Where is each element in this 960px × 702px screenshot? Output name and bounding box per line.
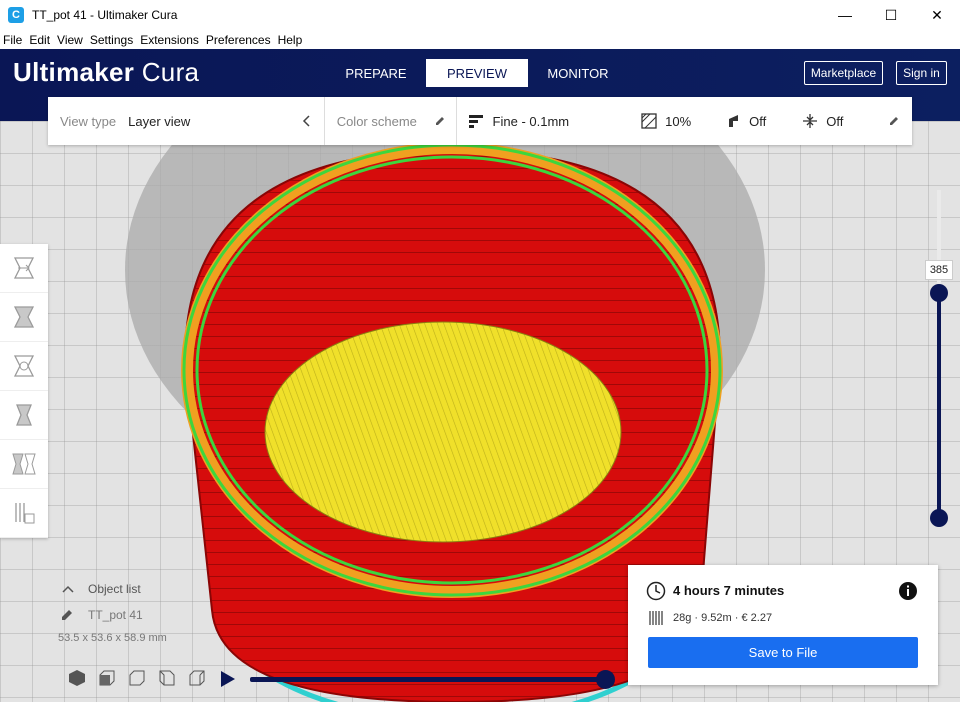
object-name-row[interactable]: TT_pot 41	[58, 608, 167, 622]
object-list-header: Object list	[88, 582, 141, 596]
menu-settings[interactable]: Settings	[90, 33, 133, 47]
color-scheme-selector[interactable]: Color scheme	[325, 97, 456, 145]
view-top-button[interactable]	[122, 668, 152, 688]
print-setup-selector[interactable]: Fine - 0.1mm 10% Off Off	[457, 97, 912, 145]
per-model-settings-icon	[12, 453, 36, 475]
rotate-icon	[13, 355, 35, 377]
print-settings-bar: View type Layer view Color scheme Fine -…	[48, 97, 912, 145]
print-time: 4 hours 7 minutes	[673, 583, 785, 598]
cube-right-icon	[189, 670, 205, 686]
path-slider-track[interactable]	[250, 677, 606, 682]
object-list-toggle[interactable]: Object list	[58, 582, 167, 596]
rotate-tool-button[interactable]	[0, 342, 48, 391]
view-type-value: Layer view	[128, 113, 191, 129]
chevron-left-icon[interactable]	[302, 115, 312, 127]
left-toolbar	[0, 244, 48, 538]
pencil-icon	[435, 117, 444, 125]
save-to-file-button[interactable]: Save to File	[648, 637, 918, 668]
path-slider-handle[interactable]	[596, 670, 615, 689]
color-scheme-label: Color scheme	[336, 113, 417, 129]
cube-left-icon	[159, 670, 175, 686]
info-icon[interactable]	[898, 581, 918, 601]
object-dimensions: 53.5 x 53.6 x 58.9 mm	[58, 632, 167, 644]
view-orientation-buttons	[62, 668, 212, 688]
menu-edit[interactable]: Edit	[29, 33, 50, 47]
move-tool-button[interactable]	[0, 244, 48, 293]
menu-preferences[interactable]: Preferences	[206, 33, 271, 47]
layer-slider-track[interactable]	[937, 292, 941, 518]
title-bar: C TT_pot 41 - Ultimaker Cura — ☐ ✕	[0, 0, 960, 30]
view-front-button[interactable]	[92, 668, 122, 688]
object-list-panel: Object list TT_pot 41 53.5 x 53.6 x 58.9…	[58, 582, 167, 644]
view-type-label: View type	[60, 113, 117, 129]
tab-preview[interactable]: PREVIEW	[426, 59, 528, 87]
menu-file[interactable]: File	[3, 33, 22, 47]
profile-icon	[468, 115, 483, 128]
spool-icon	[649, 611, 663, 625]
view-type-selector[interactable]: View type Layer view	[48, 97, 324, 145]
support-blocker-icon	[15, 503, 35, 524]
adhesion-icon	[803, 114, 818, 128]
stage-tabs: PREPARE PREVIEW MONITOR	[326, 59, 628, 87]
menu-bar: File Edit View Settings Extensions Prefe…	[0, 30, 960, 49]
cube-front-icon	[99, 670, 115, 686]
infill-value: 10%	[665, 113, 692, 129]
close-button[interactable]: ✕	[914, 0, 960, 30]
maximize-button[interactable]: ☐	[868, 0, 914, 30]
menu-extensions[interactable]: Extensions	[140, 33, 199, 47]
adhesion-value: Off	[826, 113, 844, 129]
pot-infill-floor	[264, 321, 622, 543]
profile-value: Fine - 0.1mm	[492, 113, 570, 129]
brand-light: Cura	[141, 57, 200, 87]
support-icon	[729, 115, 739, 127]
layer-slider-lower-handle[interactable]	[930, 509, 948, 527]
support-blocker-button[interactable]	[0, 489, 48, 538]
brand-bold: Ultimaker	[13, 57, 135, 87]
brand-logo: Ultimaker Cura	[13, 57, 199, 88]
support-value: Off	[749, 113, 767, 129]
view-right-button[interactable]	[182, 668, 212, 688]
menu-help[interactable]: Help	[278, 33, 303, 47]
tab-monitor[interactable]: MONITOR	[528, 59, 628, 87]
view-left-button[interactable]	[152, 668, 182, 688]
cube-top-icon	[129, 670, 145, 686]
clock-icon	[646, 581, 666, 601]
mirror-tool-button[interactable]	[0, 391, 48, 440]
mirror-icon	[16, 404, 32, 426]
cube-3d-icon	[69, 670, 85, 686]
material-estimate: 28g · 9.52m · € 2.27	[673, 612, 773, 624]
pencil-icon[interactable]	[888, 115, 900, 127]
infill-icon	[641, 113, 657, 129]
cura-app-icon: C	[8, 7, 24, 23]
print-info-panel: 4 hours 7 minutes 28g · 9.52m · € 2.27 S…	[628, 565, 938, 685]
scale-tool-button[interactable]	[0, 293, 48, 342]
sign-in-button[interactable]: Sign in	[896, 61, 947, 85]
menu-view[interactable]: View	[57, 33, 83, 47]
layer-slider-upper-handle[interactable]	[930, 284, 948, 302]
minimize-button[interactable]: —	[822, 0, 868, 30]
scale-icon	[13, 306, 35, 328]
tab-prepare[interactable]: PREPARE	[326, 59, 426, 87]
layer-number-field[interactable]: 385	[925, 260, 953, 280]
view-3d-button[interactable]	[62, 668, 92, 688]
chevron-up-icon	[62, 585, 74, 593]
window-title: TT_pot 41 - Ultimaker Cura	[32, 8, 178, 22]
window-controls: — ☐ ✕	[822, 0, 960, 30]
object-name: TT_pot 41	[88, 608, 143, 622]
pencil-icon	[62, 610, 72, 620]
marketplace-button[interactable]: Marketplace	[804, 61, 883, 85]
play-icon[interactable]	[218, 669, 238, 689]
per-model-settings-button[interactable]	[0, 440, 48, 489]
move-icon	[13, 257, 35, 279]
